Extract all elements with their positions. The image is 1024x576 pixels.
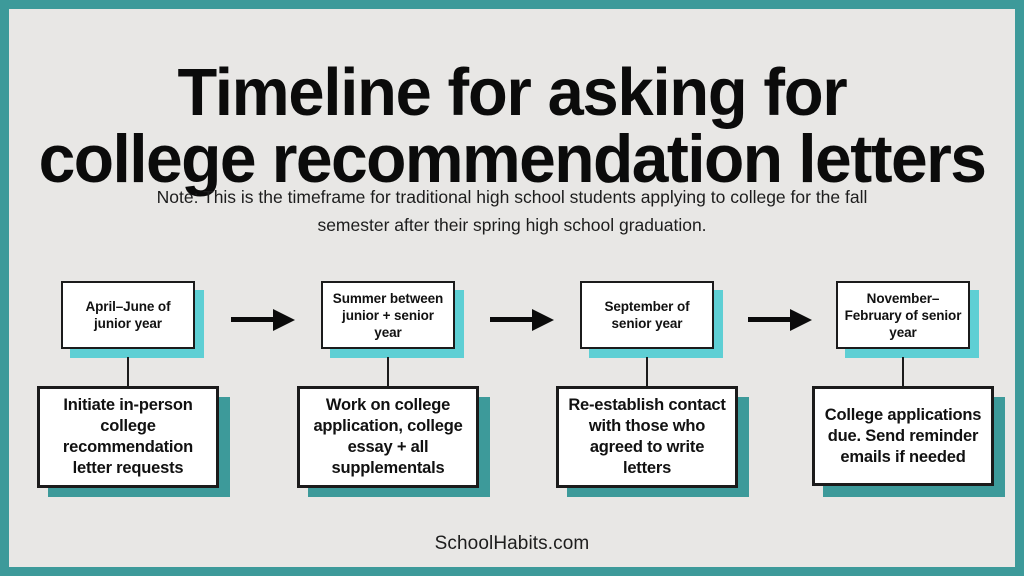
step-2-date-card: Summer between junior + senior year bbox=[321, 281, 455, 349]
arrow-head bbox=[790, 309, 812, 331]
step-1-action-card-wrap: Initiate in-person college recommendatio… bbox=[37, 386, 230, 497]
step-3-action-label: Re-establish contact with those who agre… bbox=[568, 396, 726, 477]
timeline-step-3: September of senior year Re-establish co… bbox=[544, 271, 750, 501]
arrow-shaft bbox=[490, 317, 536, 322]
step-4-action-card: College applications due. Send reminder … bbox=[812, 386, 994, 486]
footer-attribution: SchoolHabits.com bbox=[434, 533, 590, 554]
step-1-action-card: Initiate in-person college recommendatio… bbox=[37, 386, 219, 488]
arrow-head bbox=[273, 309, 295, 331]
step-4-date-card: November–February of senior year bbox=[836, 281, 970, 349]
note-text: Note: This is the timeframe for traditio… bbox=[112, 183, 912, 239]
step-3-date-card: September of senior year bbox=[580, 281, 714, 349]
poster-frame: Timeline for asking for college recommen… bbox=[0, 0, 1024, 576]
step-2-action-label: Work on college application, college ess… bbox=[313, 396, 463, 477]
arrow-right-icon bbox=[490, 309, 554, 331]
step-3-date-label: September of senior year bbox=[604, 299, 690, 331]
page-title-line-1: Timeline for asking for bbox=[177, 54, 847, 130]
step-2-action-card-wrap: Work on college application, college ess… bbox=[297, 386, 490, 497]
note-text-line-2: semester after their spring high school … bbox=[317, 214, 707, 235]
arrow-shaft bbox=[231, 317, 277, 322]
timeline: April–June of junior year Initiate in-pe… bbox=[9, 271, 1015, 501]
step-3-connector-line bbox=[646, 357, 648, 389]
step-1-date-card-wrap: April–June of junior year bbox=[61, 281, 204, 358]
arrow-shaft bbox=[748, 317, 794, 322]
step-4-action-card-wrap: College applications due. Send reminder … bbox=[812, 386, 1005, 497]
poster-canvas: Timeline for asking for college recommen… bbox=[9, 9, 1015, 567]
arrow-right-icon bbox=[748, 309, 812, 331]
step-1-date-label: April–June of junior year bbox=[85, 299, 171, 331]
arrow-head bbox=[532, 309, 554, 331]
step-4-date-label: November–February of senior year bbox=[844, 290, 962, 340]
step-4-date-card-wrap: November–February of senior year bbox=[836, 281, 979, 358]
step-1-date-card: April–June of junior year bbox=[61, 281, 195, 349]
step-2-connector-line bbox=[387, 357, 389, 389]
step-3-action-card: Re-establish contact with those who agre… bbox=[556, 386, 738, 488]
timeline-step-1: April–June of junior year Initiate in-pe… bbox=[25, 271, 231, 501]
step-2-date-card-wrap: Summer between junior + senior year bbox=[321, 281, 464, 358]
step-1-action-label: Initiate in-person college recommendatio… bbox=[62, 396, 194, 477]
timeline-step-2: Summer between junior + senior year Work… bbox=[285, 271, 491, 501]
step-2-action-card: Work on college application, college ess… bbox=[297, 386, 479, 488]
step-3-action-card-wrap: Re-establish contact with those who agre… bbox=[556, 386, 749, 497]
step-1-connector-line bbox=[127, 357, 129, 389]
page-title: Timeline for asking for college recommen… bbox=[24, 54, 1000, 193]
step-2-date-label: Summer between junior + senior year bbox=[332, 290, 444, 340]
timeline-step-4: November–February of senior year College… bbox=[800, 271, 1006, 501]
step-3-date-card-wrap: September of senior year bbox=[580, 281, 723, 358]
note-text-line-1: Note: This is the timeframe for traditio… bbox=[156, 186, 868, 207]
step-4-connector-line bbox=[902, 357, 904, 389]
arrow-right-icon bbox=[231, 309, 295, 331]
step-4-action-label: College applications due. Send reminder … bbox=[824, 405, 982, 466]
